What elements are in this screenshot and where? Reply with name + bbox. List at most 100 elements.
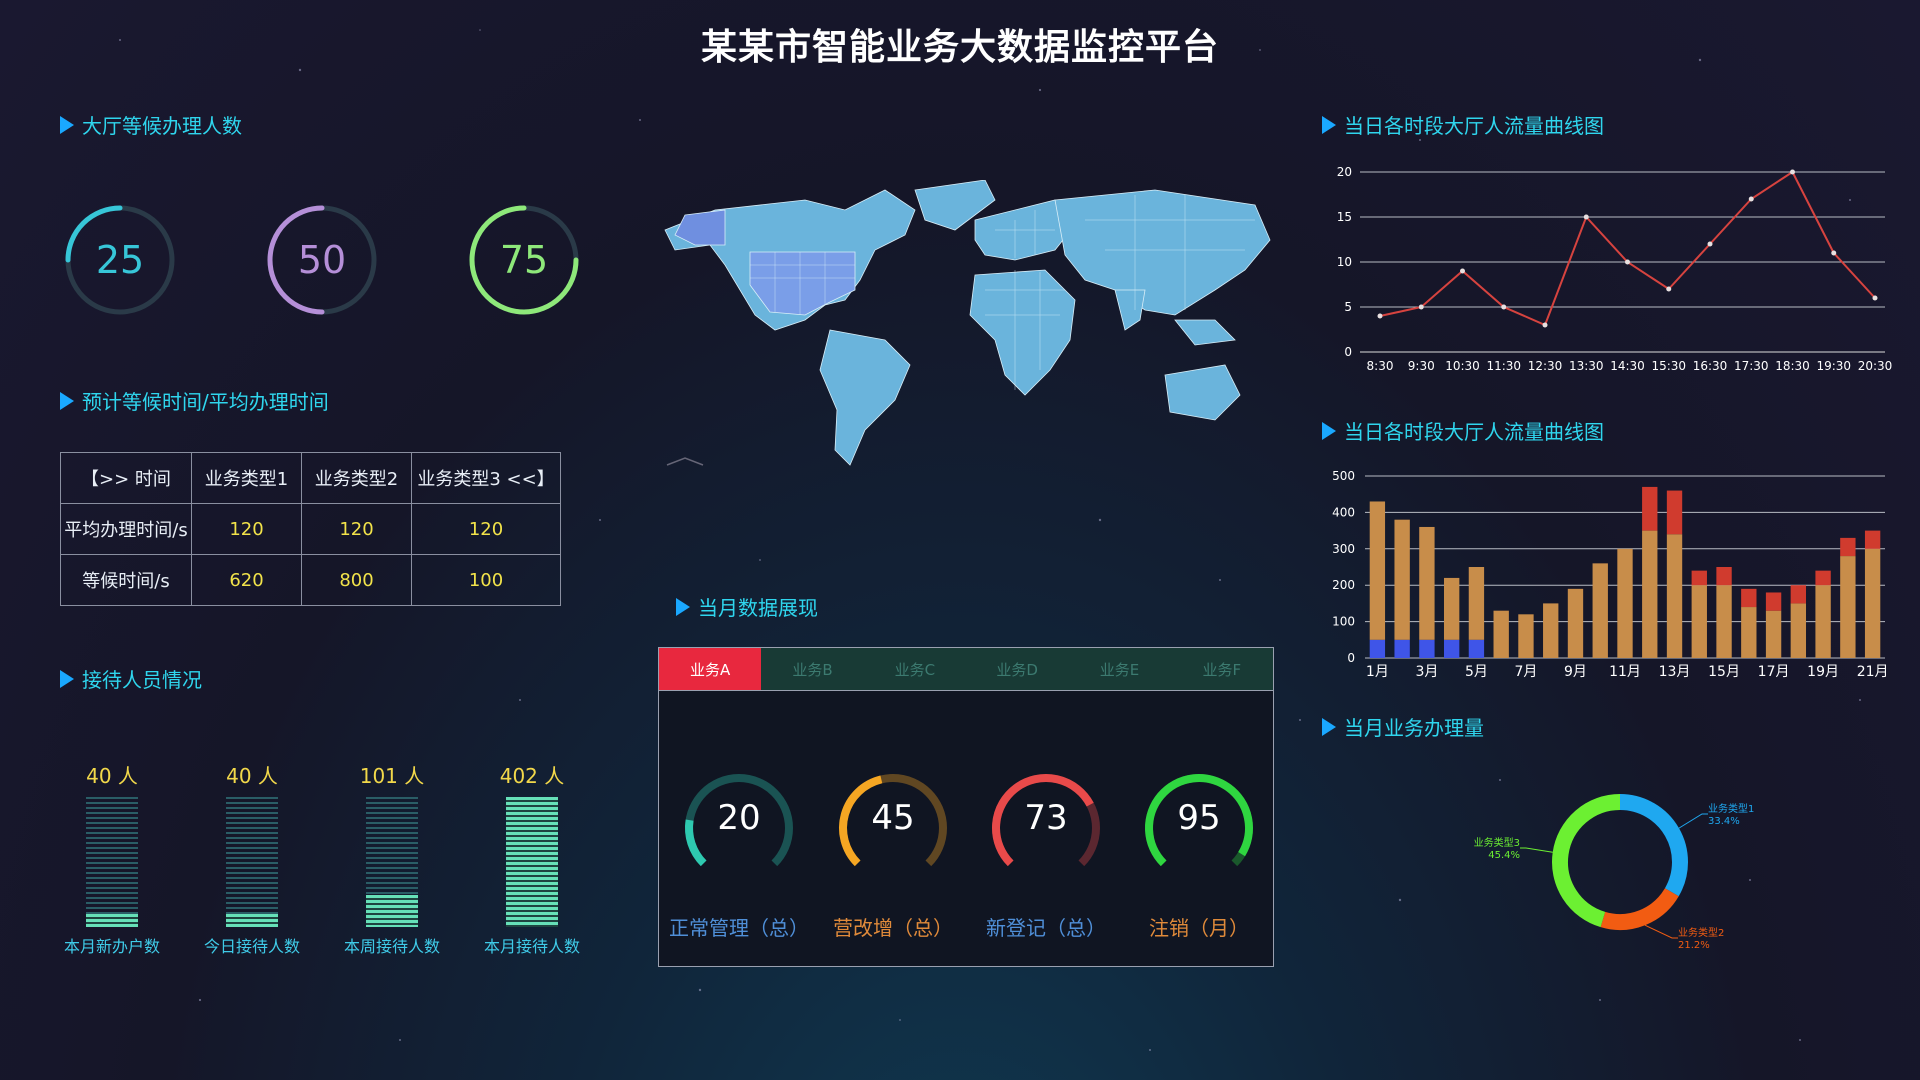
map-region-usa [749, 251, 856, 316]
section-header-line-chart: 当日各时段大厅人流量曲线图 [1322, 110, 1604, 139]
table-header-cell[interactable]: 【>> 时间 [60, 452, 192, 504]
tab-业务D[interactable]: 业务D [966, 648, 1068, 690]
y-tick-label: 500 [1332, 470, 1355, 483]
bar-segment [1394, 519, 1410, 640]
y-tick-label: 300 [1332, 542, 1355, 556]
x-tick-label: 9:30 [1408, 359, 1435, 373]
map-region-australia [1164, 364, 1241, 421]
x-tick-label: 5月 [1465, 664, 1488, 680]
table-header-row: 【>> 时间 业务类型1 业务类型2 业务类型3 <<】 [60, 452, 561, 504]
tab-业务A[interactable]: 业务A [659, 648, 762, 690]
ring-value: 25 [95, 238, 145, 282]
tab-业务C[interactable]: 业务C [864, 648, 966, 690]
table-cell: 620 [191, 554, 302, 606]
donut-slice-label: 45.4% [1488, 850, 1520, 861]
tab-业务F[interactable]: 业务F [1171, 648, 1273, 690]
staff-label: 本月新办户数 [63, 937, 160, 956]
x-tick-label: 21月 [1857, 664, 1889, 680]
arrow-icon [1322, 115, 1336, 134]
section-header-monthly: 当月数据展现 [676, 592, 818, 621]
x-tick-label: 12:30 [1528, 359, 1563, 373]
donut-slice-label: 33.4% [1708, 816, 1740, 827]
bar-segment [1642, 486, 1658, 531]
section-title: 当日各时段大厅人流量曲线图 [1344, 114, 1604, 138]
section-header-staff: 接待人员情况 [60, 664, 202, 693]
table-header-cell[interactable]: 业务类型3 <<】 [411, 452, 561, 504]
bar-segment [1443, 639, 1460, 658]
y-tick-label: 20 [1337, 165, 1352, 179]
bar-segment [1419, 639, 1435, 658]
staff-stat: 101 人本周接待人数 [332, 760, 452, 957]
y-tick-label: 200 [1332, 578, 1355, 592]
arrow-icon [676, 597, 690, 616]
table-cell: 100 [411, 554, 561, 606]
line-chart: 0 5 10 15 20 8:30 9:30 10:30 11:30 12:30 13:30 14:3… [1337, 165, 1893, 373]
metric-gauge: 73 [986, 768, 1106, 888]
bar-segment [1468, 639, 1485, 658]
bar-segment [1864, 530, 1881, 549]
bar-segment [1666, 490, 1683, 535]
x-tick-label: 11:30 [1486, 359, 1521, 373]
bar-chart: 0 100 200 300 400 500 1月 3月 5月 7月 9月 11月 13月 15月 17月 19… [1332, 470, 1889, 680]
bar-segment [1394, 639, 1410, 658]
bar-segment [1790, 585, 1807, 604]
x-tick-label: 3月 [1415, 664, 1438, 680]
bar-segment [1741, 607, 1757, 658]
line-series [1379, 170, 1876, 327]
arrow-icon [60, 669, 74, 688]
donut-slice [1600, 887, 1679, 930]
timing-table: 【>> 时间 业务类型1 业务类型2 业务类型3 <<】 平均办理时间/s 12… [60, 452, 561, 606]
bar-segment [1815, 570, 1831, 586]
bar-segment [1790, 603, 1807, 658]
y-tick-label: 0 [1347, 651, 1355, 665]
x-tick-label: 15月 [1708, 664, 1740, 680]
x-tick-label: 14:30 [1610, 359, 1645, 373]
x-tick-label: 17:30 [1734, 359, 1769, 373]
tab-业务E[interactable]: 业务E [1068, 648, 1170, 690]
bar-segment [1666, 534, 1683, 658]
bar-segment [1543, 603, 1559, 658]
table-cell: 800 [301, 554, 412, 606]
x-tick-label: 9月 [1564, 664, 1587, 680]
map-scale-mark [666, 457, 704, 466]
bar-segment [1592, 563, 1608, 658]
waiting-ring: 50 [262, 200, 382, 320]
world-map[interactable] [655, 180, 1275, 480]
page-title: 某某市智能业务大数据监控平台 [700, 27, 1219, 68]
x-tick-label: 1月 [1366, 664, 1389, 680]
x-tick-label: 11月 [1609, 664, 1641, 680]
arrow-icon [60, 115, 74, 134]
table-row: 平均办理时间/s 120 120 120 [60, 503, 561, 555]
staff-bar [86, 797, 138, 927]
arrow-icon [1322, 717, 1336, 736]
map-region-south-america [819, 329, 911, 466]
section-title: 接待人员情况 [82, 668, 202, 692]
tab-业务B[interactable]: 业务B [761, 648, 863, 690]
monthly-panel: 业务A 业务B 业务C 业务D 业务E 业务F 20 正常管理（总） 45 营改增（总） 73 新登… [658, 647, 1274, 967]
x-tick-label: 13:30 [1569, 359, 1604, 373]
bar-segment [1567, 588, 1584, 658]
y-tick-label: 15 [1337, 210, 1352, 224]
map-region-india [1114, 289, 1146, 331]
donut-slice-label: 21.2% [1678, 940, 1710, 951]
bar-segment [1369, 501, 1386, 640]
staff-count: 40 人 [226, 764, 278, 788]
bar-segment [1864, 548, 1881, 658]
section-header-waiting: 大厅等候办理人数 [60, 110, 242, 139]
x-tick-label: 19:30 [1816, 359, 1851, 373]
line-point [1748, 196, 1754, 202]
bar-segment [1518, 614, 1534, 658]
staff-bar [226, 797, 278, 927]
staff-label: 本周接待人数 [343, 937, 440, 956]
table-row: 等候时间/s 620 800 100 [60, 554, 561, 606]
table-cell: 120 [191, 503, 302, 555]
section-title: 当月数据展现 [698, 596, 818, 620]
bar-segment [1617, 548, 1633, 658]
staff-count: 101 人 [359, 764, 425, 788]
staff-count: 40 人 [86, 764, 138, 788]
donut-slice [1619, 794, 1688, 897]
staff-bar-fill [506, 797, 558, 927]
staff-bar [366, 797, 418, 927]
bar-segment [1840, 537, 1856, 557]
line-point [1831, 250, 1837, 256]
